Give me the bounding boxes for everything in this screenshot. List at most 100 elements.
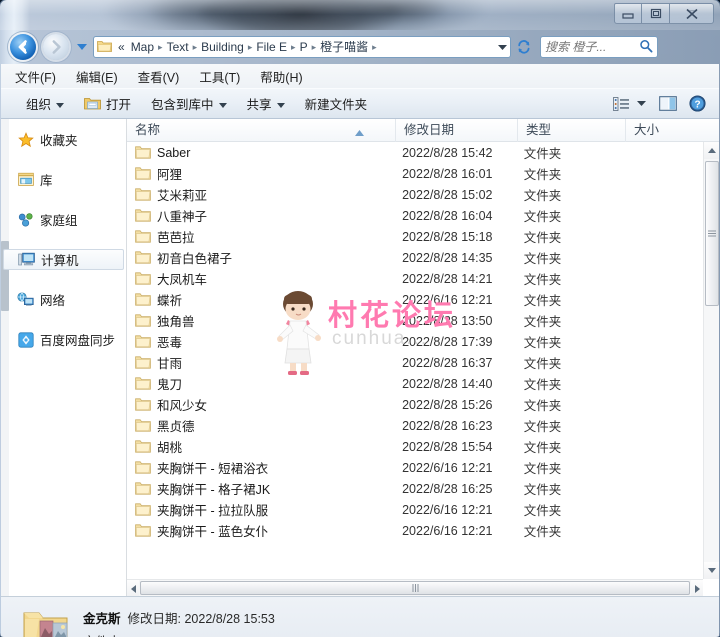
table-row[interactable]: 夹胸饼干 - 拉拉队服 2022/6/16 12:21 文件夹 (127, 499, 703, 520)
help-icon[interactable]: ? (684, 92, 711, 116)
table-row[interactable]: 甘雨 2022/8/28 16:37 文件夹 (127, 352, 703, 373)
table-row[interactable]: 黑贞德 2022/8/28 16:23 文件夹 (127, 415, 703, 436)
sidebar-item-homegroup[interactable]: 家庭组 (1, 209, 126, 230)
close-button[interactable] (670, 3, 714, 24)
breadcrumb-separator[interactable]: ▸ (371, 39, 378, 55)
search-icon[interactable] (639, 39, 653, 56)
chevron-down-icon[interactable] (634, 92, 652, 116)
view-options-icon[interactable] (609, 92, 634, 116)
table-row[interactable]: 夹胸饼干 - 短裙浴衣 2022/6/16 12:21 文件夹 (127, 457, 703, 478)
scroll-up-button[interactable] (704, 142, 719, 159)
sidebar-item-baidu-netdisk-sync[interactable]: 百度网盘同步 (1, 329, 126, 350)
back-button[interactable] (10, 34, 36, 60)
address-bar[interactable]: « Map ▸ Text ▸ Building ▸ File E ▸ P ▸ 橙… (93, 36, 511, 58)
table-row[interactable]: 芭芭拉 2022/8/28 15:18 文件夹 (127, 226, 703, 247)
title-bar-highlight (0, 0, 720, 30)
folder-icon (135, 439, 151, 455)
table-row[interactable]: 独角兽 2022/8/28 13:50 文件夹 (127, 310, 703, 331)
file-date-modified: 2022/8/28 14:40 (402, 376, 493, 391)
table-row[interactable]: 恶毒 2022/8/28 17:39 文件夹 (127, 331, 703, 352)
file-date-modified: 2022/8/28 16:01 (402, 166, 493, 181)
column-header-size[interactable]: 大小 (625, 119, 705, 142)
minimize-button[interactable] (614, 3, 642, 24)
menu-help[interactable]: 帮助(H) (260, 65, 312, 88)
menu-edit[interactable]: 编辑(E) (76, 65, 128, 88)
column-header-date-modified[interactable]: 修改日期 (395, 119, 517, 142)
folder-preview-icon (23, 607, 71, 637)
file-name: 夹胸饼干 - 短裙浴衣 (157, 462, 269, 476)
recent-locations-button[interactable] (76, 34, 88, 60)
table-row[interactable]: 蝶祈 2022/6/16 12:21 文件夹 (127, 289, 703, 310)
include-in-library-button[interactable]: 包含到库中 (144, 92, 234, 116)
table-row[interactable]: 阿狸 2022/8/28 16:01 文件夹 (127, 163, 703, 184)
table-row[interactable]: 鬼刀 2022/8/28 14:40 文件夹 (127, 373, 703, 394)
scroll-down-button[interactable] (704, 562, 719, 579)
details-pane: 金克斯 修改日期: 2022/8/28 15:53 文件夹 (1, 596, 719, 637)
table-row[interactable]: 八重神子 2022/8/28 16:04 文件夹 (127, 205, 703, 226)
share-button[interactable]: 共享 (240, 92, 292, 116)
file-name: 芭芭拉 (157, 231, 195, 245)
column-header-name[interactable]: 名称 (127, 119, 395, 142)
breadcrumb-item-3[interactable]: File E (253, 37, 290, 57)
navigation-pane-scrollbar[interactable] (1, 119, 9, 596)
search-input[interactable] (545, 40, 639, 54)
sidebar-item-label: 计算机 (41, 254, 79, 268)
breadcrumb-item-1[interactable]: Text (164, 37, 192, 57)
menu-file[interactable]: 文件(F) (15, 65, 66, 88)
new-folder-label: 新建文件夹 (304, 98, 368, 112)
folder-icon (135, 418, 151, 434)
details-text: 金克斯 修改日期: 2022/8/28 15:53 文件夹 (83, 608, 275, 637)
menu-tools[interactable]: 工具(T) (199, 65, 250, 88)
column-header-type[interactable]: 类型 (517, 119, 625, 142)
column-header-name-label: 名称 (135, 122, 161, 137)
breadcrumb-item-5[interactable]: 橙子喵酱 (317, 37, 371, 57)
table-row[interactable]: 夹胸饼干 - 蓝色女仆 2022/6/16 12:21 文件夹 (127, 520, 703, 541)
vertical-scroll-thumb[interactable] (705, 161, 719, 306)
table-row[interactable]: 艾米莉亚 2022/8/28 15:02 文件夹 (127, 184, 703, 205)
forward-button[interactable] (43, 34, 69, 60)
file-date-modified: 2022/8/28 14:21 (402, 271, 493, 286)
restore-button[interactable] (642, 3, 670, 24)
folder-icon (135, 145, 151, 161)
scroll-right-button[interactable] (691, 580, 703, 596)
sidebar-item-favorites[interactable]: 收藏夹 (1, 129, 126, 150)
open-button[interactable]: 打开 (77, 92, 138, 116)
column-header-date-label: 修改日期 (404, 122, 455, 137)
table-row[interactable]: Saber 2022/8/28 15:42 文件夹 (127, 142, 703, 163)
new-folder-button[interactable]: 新建文件夹 (298, 92, 375, 116)
breadcrumb-item-0[interactable]: Map (128, 37, 157, 57)
breadcrumb-overflow[interactable]: « (115, 37, 128, 57)
vertical-scrollbar[interactable] (703, 142, 719, 579)
file-type: 文件夹 (523, 420, 562, 434)
menu-view[interactable]: 查看(V) (138, 65, 190, 88)
sidebar-item-label: 百度网盘同步 (40, 334, 116, 348)
sidebar-item-network[interactable]: 网络 (1, 289, 126, 310)
table-row[interactable]: 胡桃 2022/8/28 15:54 文件夹 (127, 436, 703, 457)
horizontal-scrollbar[interactable] (127, 579, 703, 596)
breadcrumb-item-2[interactable]: Building (198, 37, 247, 57)
horizontal-scroll-thumb[interactable] (140, 581, 690, 595)
sidebar-item-computer[interactable]: 计算机 (3, 249, 124, 270)
table-row[interactable]: 大凤机车 2022/8/28 14:21 文件夹 (127, 268, 703, 289)
preview-pane-icon[interactable] (652, 92, 684, 116)
file-type: 文件夹 (523, 315, 562, 329)
file-name: 黑贞德 (157, 420, 195, 434)
file-date-modified: 2022/6/16 12:21 (402, 460, 493, 475)
table-row[interactable]: 初音白色裙子 2022/8/28 14:35 文件夹 (127, 247, 703, 268)
table-row[interactable]: 夹胸饼干 - 格子裙JK 2022/8/28 16:25 文件夹 (127, 478, 703, 499)
homegroup-icon (17, 212, 34, 228)
sidebar-item-libraries[interactable]: 库 (1, 169, 126, 190)
breadcrumb-item-4[interactable]: P (297, 37, 311, 57)
file-list: Saber 2022/8/28 15:42 文件夹 阿狸 2022/8/28 16:01… (127, 142, 703, 579)
organize-button[interactable]: 组织 (19, 92, 71, 116)
file-name: Saber (157, 145, 191, 160)
refresh-button[interactable] (513, 36, 535, 58)
details-primary-line: 金克斯 修改日期: 2022/8/28 15:53 (83, 608, 275, 627)
table-row[interactable]: 和风少女 2022/8/28 15:26 文件夹 (127, 394, 703, 415)
file-name: 胡桃 (157, 441, 183, 455)
scroll-left-button[interactable] (127, 580, 139, 596)
chevron-down-icon[interactable] (494, 37, 510, 57)
file-type: 文件夹 (523, 210, 562, 224)
search-box[interactable] (540, 36, 658, 58)
file-name: 夹胸饼干 - 拉拉队服 (157, 504, 269, 518)
